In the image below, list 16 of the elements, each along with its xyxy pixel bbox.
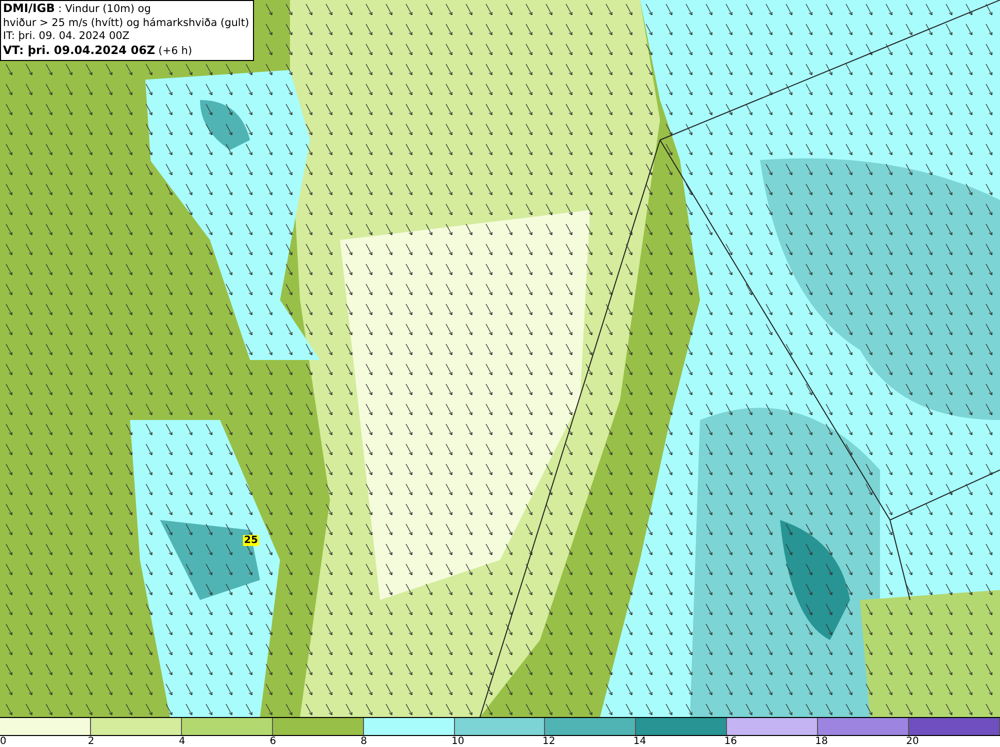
scale-label: 10: [452, 736, 464, 747]
scale-label: 6: [270, 736, 276, 747]
scale-label: 14: [633, 736, 646, 747]
scale-label: 2: [88, 736, 94, 747]
info-line: hviður > 25 m/s (hvítt) og hámarkshviða (gult): [3, 16, 250, 30]
info-line: IT: þri. 09. 04. 2024 00Z: [3, 30, 130, 44]
scale-label: 4: [178, 736, 186, 747]
scale-label: 16: [724, 736, 737, 747]
scale-label: 0: [0, 736, 6, 747]
scale-label: 20: [906, 736, 919, 747]
info-line: DMI/IGB : Vindur (10m) og: [3, 2, 152, 16]
scale-label: 8: [360, 736, 367, 747]
scale-label: 12: [542, 736, 556, 747]
info-line: VT: þri. 09.04.2024 06Z (+6 h): [3, 44, 194, 58]
scale-label: 18: [815, 736, 828, 747]
gust-label: 25: [243, 535, 259, 546]
